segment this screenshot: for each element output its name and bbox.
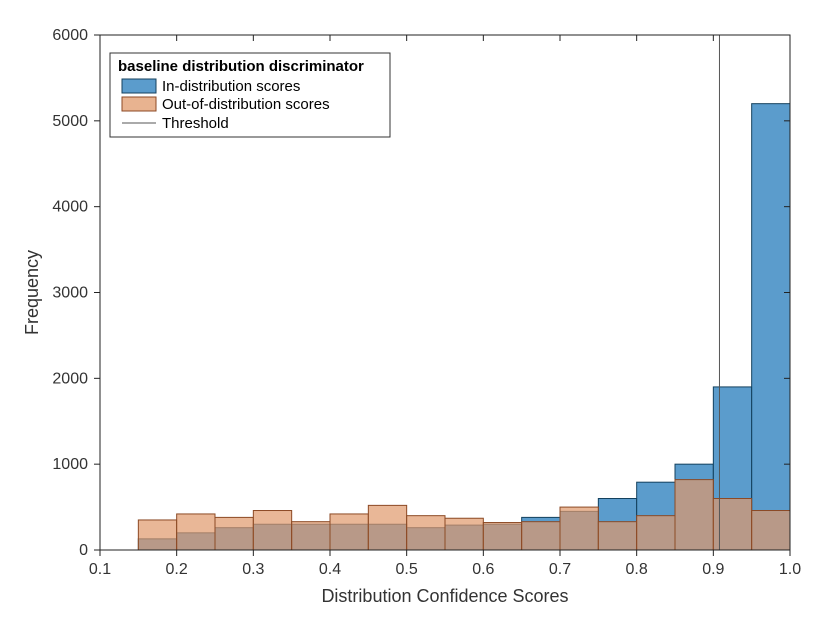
bar-out <box>637 516 675 550</box>
histogram-chart: 0.1 0.2 0.3 0.4 0.5 0.6 0.7 0.8 0.9 1.0 0 1000 2000 3… <box>0 0 840 630</box>
y-tick-label: 4000 <box>52 199 88 216</box>
legend-swatch-in <box>122 79 156 93</box>
x-axis-label: Distribution Confidence Scores <box>321 586 568 606</box>
bar-out <box>407 516 445 550</box>
bar-out <box>522 522 560 550</box>
x-tick-label: 0.5 <box>396 561 418 578</box>
bar-out <box>598 522 636 550</box>
y-tick-label: 0 <box>79 542 88 559</box>
x-tick-label: 0.1 <box>89 561 111 578</box>
legend-label-in: In-distribution scores <box>162 78 300 95</box>
legend-label-out: Out-of-distribution scores <box>162 96 330 113</box>
bar-out <box>215 517 253 550</box>
bar-out <box>483 523 521 550</box>
chart-svg: 0.1 0.2 0.3 0.4 0.5 0.6 0.7 0.8 0.9 1.0 0 1000 2000 3… <box>0 0 840 630</box>
bar-out <box>445 518 483 550</box>
y-tick-label: 3000 <box>52 285 88 302</box>
x-tick-label: 0.8 <box>626 561 648 578</box>
x-tick-label: 0.3 <box>242 561 264 578</box>
bar-out <box>368 505 406 550</box>
x-tick-label: 0.9 <box>702 561 724 578</box>
bar-out <box>292 522 330 550</box>
y-tick-label: 2000 <box>52 370 88 387</box>
x-tick-label: 0.7 <box>549 561 571 578</box>
legend-title: baseline distribution discriminator <box>118 58 364 75</box>
bar-in <box>752 104 790 550</box>
x-tick-label: 1.0 <box>779 561 801 578</box>
bar-out <box>138 520 176 550</box>
bar-out <box>752 511 790 550</box>
x-tick-label: 0.2 <box>166 561 188 578</box>
bar-out <box>560 507 598 550</box>
legend-swatch-out <box>122 97 156 111</box>
x-tick-label: 0.6 <box>472 561 494 578</box>
x-tick-label: 0.4 <box>319 561 341 578</box>
y-tick-label: 1000 <box>52 456 88 473</box>
y-tick-label: 5000 <box>52 113 88 130</box>
legend-label-threshold: Threshold <box>162 115 229 132</box>
bar-out <box>330 514 368 550</box>
bar-out <box>177 514 215 550</box>
bar-out <box>675 480 713 550</box>
y-axis-label: Frequency <box>22 250 42 335</box>
y-tick-label: 6000 <box>52 27 88 44</box>
bar-out <box>253 511 291 550</box>
